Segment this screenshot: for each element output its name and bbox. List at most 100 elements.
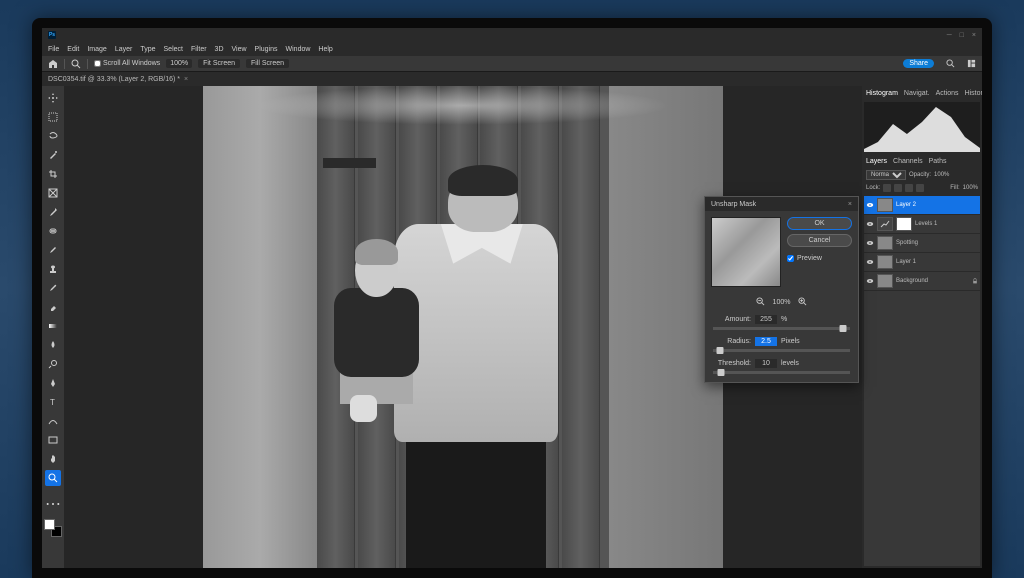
layer-row[interactable]: Background <box>864 272 980 291</box>
canvas-area[interactable]: Unsharp Mask × OK Cancel Preview 100% <box>64 86 862 568</box>
opacity-value[interactable]: 100% <box>934 172 949 178</box>
pen-tool[interactable] <box>45 375 61 391</box>
dialog-titlebar[interactable]: Unsharp Mask × <box>705 197 858 211</box>
menu-layer[interactable]: Layer <box>115 46 133 53</box>
gradient-tool[interactable] <box>45 318 61 334</box>
close-tab-icon[interactable]: × <box>184 76 188 83</box>
stamp-tool[interactable] <box>45 261 61 277</box>
rectangle-tool[interactable] <box>45 432 61 448</box>
brush-tool[interactable] <box>45 242 61 258</box>
visibility-icon[interactable] <box>866 277 874 285</box>
menu-image[interactable]: Image <box>87 46 106 53</box>
layer-row[interactable]: Spotting <box>864 234 980 253</box>
threshold-slider[interactable] <box>713 371 850 374</box>
zoom-value[interactable]: 100% <box>166 59 192 68</box>
lock-pixels-icon[interactable] <box>894 184 902 192</box>
tab-channels[interactable]: Channels <box>893 158 923 165</box>
threshold-input[interactable]: 10 <box>755 359 777 368</box>
path-tool[interactable] <box>45 413 61 429</box>
menu-file[interactable]: File <box>48 46 59 53</box>
layer-name-label: Background <box>896 278 928 284</box>
home-icon[interactable] <box>48 59 58 69</box>
zoom-in-icon[interactable] <box>798 297 807 308</box>
lasso-tool[interactable] <box>45 128 61 144</box>
zoom-tool[interactable] <box>45 470 61 486</box>
maximize-icon[interactable]: □ <box>960 32 964 39</box>
close-icon[interactable]: × <box>972 32 976 39</box>
eyedropper-tool[interactable] <box>45 204 61 220</box>
edit-toolbar-icon[interactable]: ⋯ <box>45 496 61 512</box>
document-canvas[interactable] <box>203 86 723 568</box>
layer-row[interactable]: Levels 1 <box>864 215 980 234</box>
tab-navigator[interactable]: Navigat. <box>904 90 930 97</box>
heal-tool[interactable] <box>45 223 61 239</box>
type-tool[interactable]: T <box>45 394 61 410</box>
tab-paths[interactable]: Paths <box>929 158 947 165</box>
fill-value[interactable]: 100% <box>963 185 978 191</box>
scroll-all-checkbox[interactable]: Scroll All Windows <box>94 60 160 67</box>
blur-tool[interactable] <box>45 337 61 353</box>
dialog-close-icon[interactable]: × <box>848 201 852 208</box>
radius-unit: Pixels <box>781 338 800 345</box>
dialog-preview-image[interactable] <box>711 217 781 287</box>
menu-help[interactable]: Help <box>318 46 332 53</box>
color-swatches[interactable] <box>44 519 62 537</box>
menu-3d[interactable]: 3D <box>215 46 224 53</box>
fill-screen-button[interactable]: Fill Screen <box>246 59 289 68</box>
foreground-color-swatch[interactable] <box>44 519 55 530</box>
layer-row[interactable]: Layer 2 <box>864 196 980 215</box>
radius-input[interactable]: 2.5 <box>755 337 777 346</box>
visibility-icon[interactable] <box>866 258 874 266</box>
zoom-tool-icon <box>71 59 81 69</box>
tab-history[interactable]: History <box>965 90 982 97</box>
menu-edit[interactable]: Edit <box>67 46 79 53</box>
hand-tool[interactable] <box>45 451 61 467</box>
lock-icon <box>972 278 978 284</box>
visibility-icon[interactable] <box>866 201 874 209</box>
share-button[interactable]: Share <box>903 59 934 68</box>
workspace-icon[interactable] <box>967 59 976 68</box>
lock-position-icon[interactable] <box>905 184 913 192</box>
visibility-icon[interactable] <box>866 239 874 247</box>
layer-thumbnail <box>877 198 893 212</box>
amount-slider[interactable] <box>713 327 850 330</box>
blend-mode-select[interactable]: Normal <box>866 170 906 180</box>
lock-transparency-icon[interactable] <box>883 184 891 192</box>
cancel-button[interactable]: Cancel <box>787 234 852 247</box>
menu-window[interactable]: Window <box>286 46 311 53</box>
divider <box>64 59 65 69</box>
eraser-tool[interactable] <box>45 299 61 315</box>
layer-thumbnail <box>877 236 893 250</box>
zoom-out-icon[interactable] <box>756 297 765 308</box>
document-tab[interactable]: DSC0354.tif @ 33.3% (Layer 2, RGB/16) * … <box>48 76 188 83</box>
visibility-icon[interactable] <box>866 220 874 228</box>
preview-checkbox[interactable]: Preview <box>787 255 852 262</box>
tab-layers[interactable]: Layers <box>866 158 887 165</box>
layer-name-label: Spotting <box>896 240 918 246</box>
crop-tool[interactable] <box>45 166 61 182</box>
menu-plugins[interactable]: Plugins <box>255 46 278 53</box>
window-controls: ─ □ × <box>947 32 976 39</box>
frame-tool[interactable] <box>45 185 61 201</box>
ok-button[interactable]: OK <box>787 217 852 230</box>
dodge-tool[interactable] <box>45 356 61 372</box>
menu-select[interactable]: Select <box>164 46 183 53</box>
tab-histogram[interactable]: Histogram <box>866 90 898 97</box>
divider <box>87 59 88 69</box>
minimize-icon[interactable]: ─ <box>947 32 952 39</box>
layer-row[interactable]: Layer 1 <box>864 253 980 272</box>
menu-view[interactable]: View <box>232 46 247 53</box>
menu-type[interactable]: Type <box>140 46 155 53</box>
wand-tool[interactable] <box>45 147 61 163</box>
lock-all-icon[interactable] <box>916 184 924 192</box>
marquee-tool[interactable] <box>45 109 61 125</box>
opacity-label: Opacity: <box>909 172 931 178</box>
amount-input[interactable]: 255 <box>755 315 777 324</box>
history-brush-tool[interactable] <box>45 280 61 296</box>
menu-filter[interactable]: Filter <box>191 46 207 53</box>
fit-screen-button[interactable]: Fit Screen <box>198 59 240 68</box>
search-icon[interactable] <box>946 59 955 68</box>
move-tool[interactable] <box>45 90 61 106</box>
tab-actions[interactable]: Actions <box>936 90 959 97</box>
radius-slider[interactable] <box>713 349 850 352</box>
